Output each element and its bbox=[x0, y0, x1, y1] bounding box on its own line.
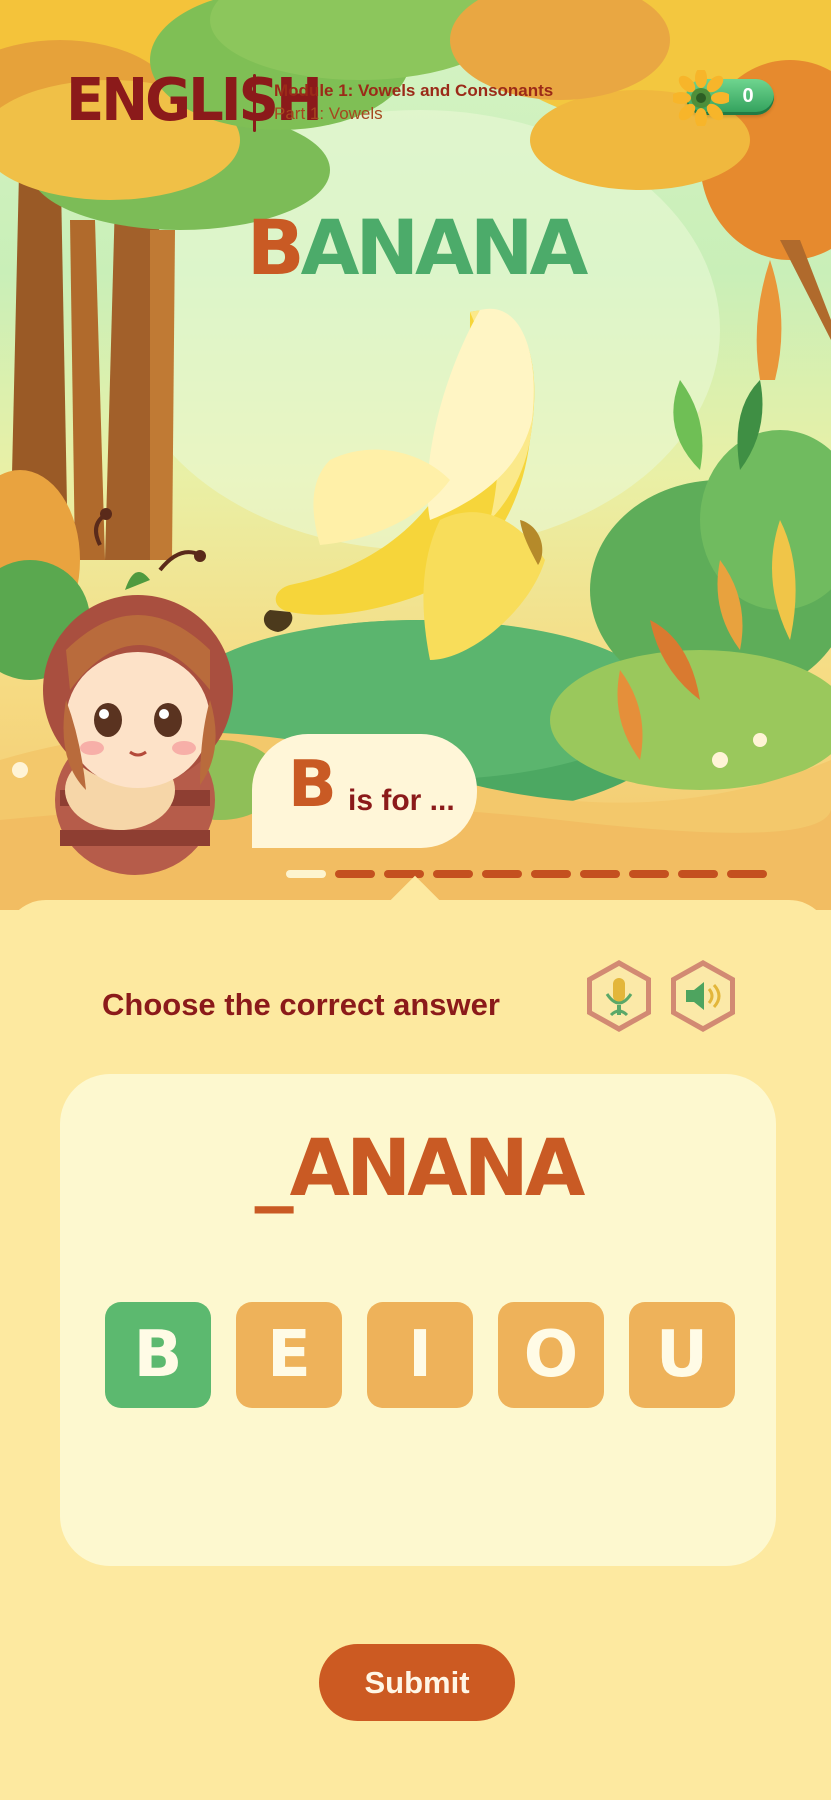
lesson-progress bbox=[286, 870, 776, 879]
question-prompt: Choose the correct answer bbox=[102, 987, 500, 1022]
part-title: Part 1: Vowels bbox=[274, 104, 383, 123]
header-divider bbox=[253, 74, 256, 132]
bubble-letter: B bbox=[288, 748, 337, 822]
play-audio-button[interactable] bbox=[668, 958, 738, 1034]
option-i[interactable]: I bbox=[367, 1302, 473, 1408]
option-u[interactable]: U bbox=[629, 1302, 735, 1408]
bubble-text: is for ... bbox=[348, 784, 455, 817]
sunflower-icon bbox=[673, 70, 729, 126]
coin-count: 0 bbox=[742, 85, 754, 107]
progress-step bbox=[433, 870, 473, 878]
option-b[interactable]: B bbox=[105, 1302, 211, 1408]
word-title: BANANA bbox=[0, 210, 831, 286]
progress-step bbox=[482, 870, 522, 878]
word-first-letter: B bbox=[246, 203, 305, 292]
speaker-icon bbox=[671, 960, 735, 1032]
blank-word: _ANANA bbox=[254, 1124, 586, 1214]
module-title: Module 1: Vowels and Consonants bbox=[274, 81, 554, 100]
progress-step bbox=[335, 870, 375, 878]
option-o[interactable]: O bbox=[498, 1302, 604, 1408]
progress-step bbox=[384, 870, 424, 878]
progress-step bbox=[629, 870, 669, 878]
record-button[interactable] bbox=[584, 958, 654, 1034]
letter-options: B E I O U bbox=[105, 1302, 737, 1408]
submit-button[interactable]: Submit bbox=[319, 1644, 515, 1721]
progress-step bbox=[531, 870, 571, 878]
progress-step bbox=[727, 870, 767, 878]
progress-step bbox=[678, 870, 718, 878]
progress-step bbox=[580, 870, 620, 878]
option-e[interactable]: E bbox=[236, 1302, 342, 1408]
microphone-icon bbox=[587, 960, 651, 1032]
progress-step bbox=[286, 870, 326, 878]
word-rest: ANANA bbox=[300, 203, 589, 292]
